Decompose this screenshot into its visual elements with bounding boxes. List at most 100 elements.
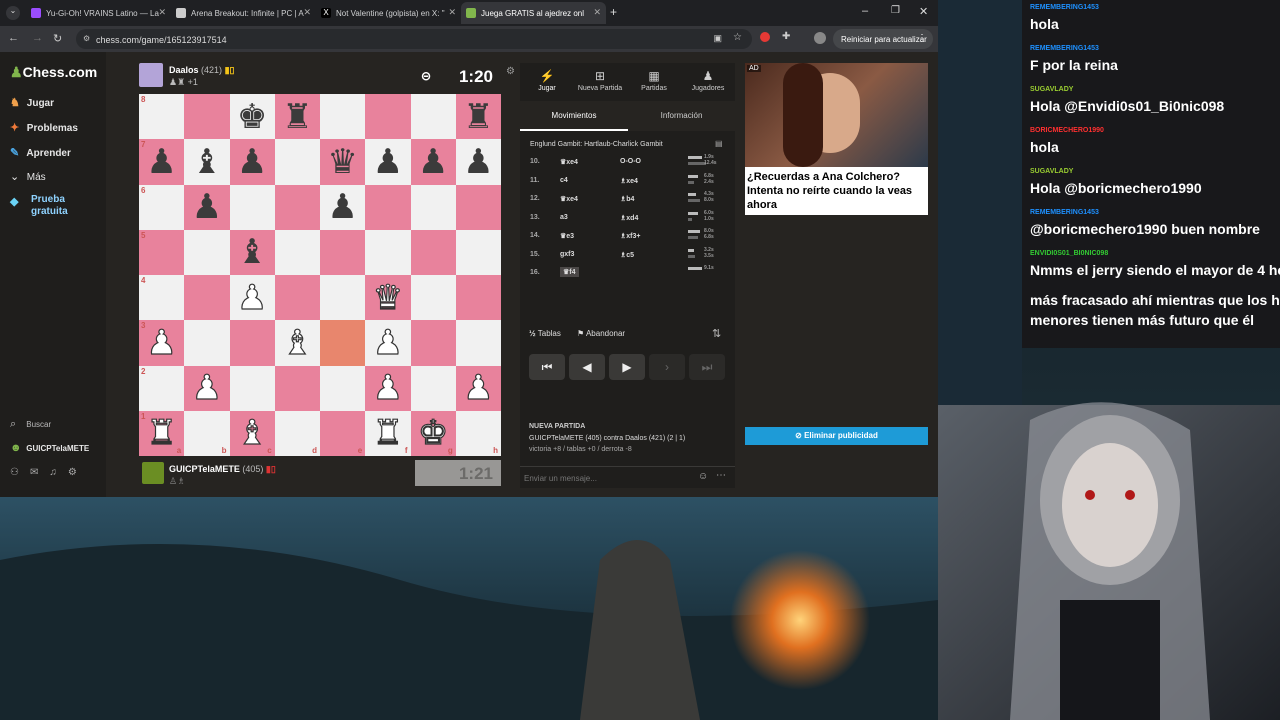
square-b5[interactable] <box>184 229 230 275</box>
square-h2[interactable]: ♟ <box>455 365 501 411</box>
white-queen-icon[interactable]: ♛ <box>372 280 404 315</box>
white-move[interactable]: gxf3 <box>560 251 574 258</box>
sidebar-search[interactable]: ⌕ Buscar <box>10 418 51 431</box>
square-g1[interactable]: g ♚ <box>410 410 456 456</box>
square-f2[interactable]: ♟ <box>365 365 411 411</box>
black-pawn-icon[interactable]: ♟ <box>463 145 493 179</box>
new-tab-button[interactable]: + <box>610 5 617 19</box>
white-pawn-icon[interactable]: ♟ <box>236 280 268 315</box>
black-pawn-icon[interactable]: ♟ <box>146 145 176 179</box>
white-rook-icon[interactable]: ♜ <box>146 416 178 451</box>
close-icon[interactable]: ✕ <box>158 7 166 18</box>
square-d7[interactable] <box>274 139 320 185</box>
white-pawn-icon[interactable]: ♟ <box>372 371 404 406</box>
square-c1[interactable]: c ♝ <box>229 410 275 456</box>
chat-username[interactable]: REMEMBERING1453 <box>1030 4 1099 11</box>
sidebar-item-free-trial[interactable]: ◆ Prueba gratuita <box>10 194 100 218</box>
chess-board[interactable]: 8 ♚ ♜ ♜ 7 ♟ ♝ ♟ ♛ ♟ ♟ ♟ 6 ♟ ♟ 5 ♝ 4 ♟ ♛ 3 ♟ ♝ ♟ 2 ♟ ♟ ♟ 1 a ♜ b c ♝ d e f ♜ g ♚… <box>139 94 501 456</box>
black-move[interactable]: ♗xf3+ <box>620 232 640 240</box>
nav-partidas[interactable]: ▦ Partidas <box>629 69 679 92</box>
square-d4[interactable] <box>274 275 320 321</box>
player-name-bottom[interactable]: GUICPTelaMETE (405) ▮▯ <box>169 464 276 475</box>
chat-username[interactable]: SUGAVLADY <box>1030 168 1073 175</box>
square-c5[interactable]: ♝ <box>229 229 275 275</box>
profile-avatar[interactable] <box>814 32 826 44</box>
square-g7[interactable]: ♟ <box>410 139 456 185</box>
square-d3[interactable]: ♝ <box>274 320 320 366</box>
tab-movimientos[interactable]: Movimientos <box>520 101 628 131</box>
square-d8[interactable]: ♜ <box>274 94 320 140</box>
square-d1[interactable]: d <box>274 410 320 456</box>
resign-button[interactable]: ⚑ Abandonar <box>577 329 625 338</box>
flip-board-icon[interactable]: ⇅ <box>712 327 721 340</box>
player-name-top[interactable]: Daalos (421) ▮▯ <box>169 65 234 76</box>
close-icon[interactable]: ✕ <box>448 7 456 18</box>
more-icon[interactable]: ⋯ <box>716 470 726 481</box>
square-e1[interactable]: e <box>320 410 366 456</box>
url-field[interactable]: ⚙ chess.com/game/165123917514 ▣ ☆ <box>76 29 752 49</box>
black-pawn-icon[interactable]: ♟ <box>327 190 357 224</box>
bell-icon[interactable]: ♫ <box>49 467 68 478</box>
black-move[interactable]: ♗xd4 <box>620 214 638 222</box>
emoji-icon[interactable]: ☺ <box>698 471 708 482</box>
reload-icon[interactable]: ↻ <box>53 32 62 45</box>
first-move-button[interactable]: ⏮ <box>529 354 565 380</box>
extension-icon[interactable] <box>760 32 770 42</box>
square-a7[interactable]: 7 ♟ <box>139 139 185 185</box>
chat-username[interactable]: SUGAVLADY <box>1030 86 1073 93</box>
square-b2[interactable]: ♟ <box>184 365 230 411</box>
square-f5[interactable] <box>365 229 411 275</box>
remove-ads-button[interactable]: ⊘ Eliminar publicidad <box>745 427 928 445</box>
nav-jugadores[interactable]: ♟ Jugadores <box>683 69 733 92</box>
square-c7[interactable]: ♟ <box>229 139 275 185</box>
square-c4[interactable]: ♟ <box>229 275 275 321</box>
sidebar-item-mas[interactable]: ⌄ Más <box>10 170 46 183</box>
square-f7[interactable]: ♟ <box>365 139 411 185</box>
sidebar-item-jugar[interactable]: ♞ Jugar <box>10 96 54 109</box>
white-pawn-icon[interactable]: ♟ <box>191 371 223 406</box>
ad-box[interactable]: AD ¿Recuerdas a Ana Colchero? Intenta no… <box>745 63 928 215</box>
square-h6[interactable] <box>455 184 501 230</box>
black-move[interactable]: O-O-O <box>620 158 641 165</box>
white-move[interactable]: c4 <box>560 177 568 184</box>
square-b8[interactable] <box>184 94 230 140</box>
white-bishop-icon[interactable]: ♝ <box>282 325 314 360</box>
square-g4[interactable] <box>410 275 456 321</box>
square-f8[interactable] <box>365 94 411 140</box>
square-a3[interactable]: 3 ♟ <box>139 320 185 366</box>
white-move[interactable]: a3 <box>560 214 568 221</box>
square-e3[interactable] <box>320 320 366 366</box>
friends-icon[interactable]: ⚇ <box>10 467 30 478</box>
draw-button[interactable]: ½ Tablas <box>529 329 561 338</box>
black-move[interactable]: ♗b4 <box>620 195 634 203</box>
chat-username[interactable]: ENVIDI0S01_BI0NIC098 <box>1030 250 1108 257</box>
black-queen-icon[interactable]: ♛ <box>327 145 357 179</box>
square-e8[interactable] <box>320 94 366 140</box>
tab-list-button[interactable]: ⌄ <box>6 6 20 20</box>
black-rook-icon[interactable]: ♜ <box>463 100 493 134</box>
black-pawn-icon[interactable]: ♟ <box>237 145 267 179</box>
black-bishop-icon[interactable]: ♝ <box>192 145 222 179</box>
install-icon[interactable]: ▣ <box>713 33 722 44</box>
white-pawn-icon[interactable]: ♟ <box>463 371 495 406</box>
square-b4[interactable] <box>184 275 230 321</box>
copy-icon[interactable]: ▤ <box>715 139 723 148</box>
square-e2[interactable] <box>320 365 366 411</box>
square-g2[interactable] <box>410 365 456 411</box>
close-icon[interactable]: ✕ <box>593 7 601 18</box>
white-bishop-icon[interactable]: ♝ <box>236 416 268 451</box>
square-h4[interactable] <box>455 275 501 321</box>
square-g6[interactable] <box>410 184 456 230</box>
square-h8[interactable]: ♜ <box>455 94 501 140</box>
message-input[interactable] <box>524 470 694 486</box>
nav-nueva-partida[interactable]: ⊞ Nueva Partida <box>575 69 625 92</box>
black-rook-icon[interactable]: ♜ <box>282 100 312 134</box>
restart-to-update-button[interactable]: Reiniciar para actualizar ⋮ <box>833 29 933 49</box>
black-pawn-icon[interactable]: ♟ <box>418 145 448 179</box>
tab-chess[interactable]: Juega GRATIS al ajedrez onl ✕ <box>461 2 606 24</box>
forward-arrow-icon[interactable]: → <box>32 32 43 44</box>
maximize-button[interactable]: ❐ <box>891 5 900 16</box>
square-b7[interactable]: ♝ <box>184 139 230 185</box>
white-move[interactable]: ♛e3 <box>560 232 574 240</box>
tab-yugioh[interactable]: Yu-Gi-Oh! VRAINS Latino — La ✕ <box>26 2 171 24</box>
